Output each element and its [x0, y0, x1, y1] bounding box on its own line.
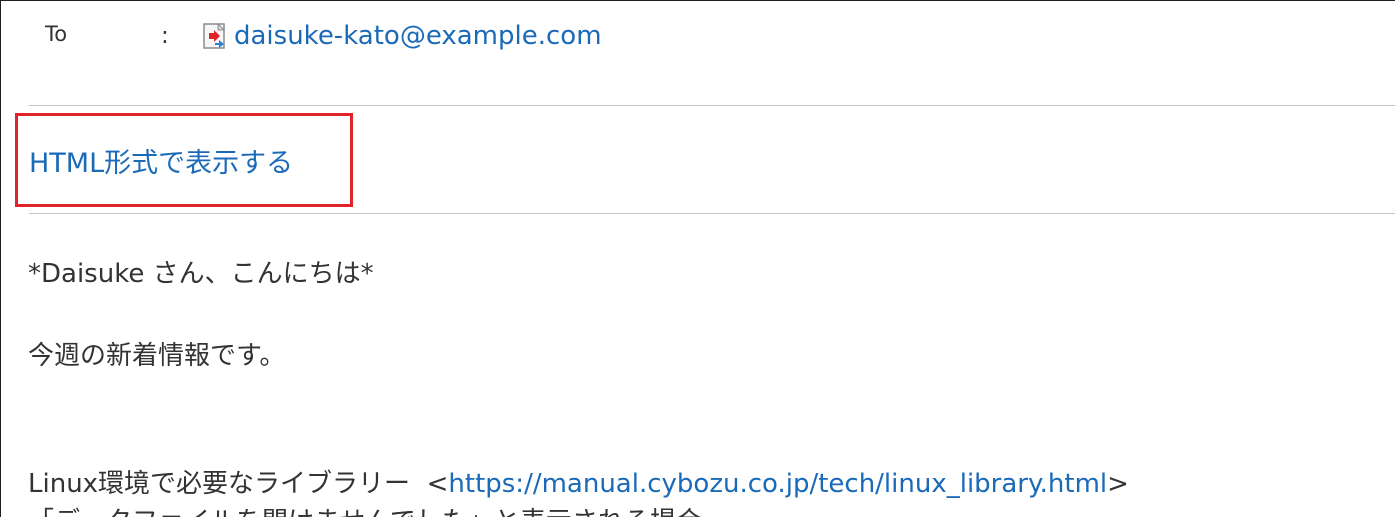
bracket-close: >	[1107, 469, 1129, 499]
to-colon: :	[161, 23, 169, 49]
library-url-link[interactable]: https://manual.cybozu.co.jp/tech/linux_l…	[448, 469, 1107, 499]
to-row: To : daisuke-kato@example.com	[1, 1, 1395, 81]
item-prefix: Linux環境で必要なライブラリー	[28, 469, 411, 499]
divider	[29, 105, 1395, 106]
contact-card-icon	[203, 22, 226, 49]
partial-text-line: 「データファイルを開けませんでした」と表示される場合	[28, 501, 702, 517]
recipient-email-link[interactable]: daisuke-kato@example.com	[234, 21, 602, 51]
view-as-html-link[interactable]: HTML形式で表示する	[29, 141, 293, 180]
bracket-open: <	[426, 469, 449, 499]
email-view: To : daisuke-kato@example.com HTML形式で表示す…	[0, 0, 1395, 517]
divider	[29, 213, 1395, 214]
recipient[interactable]: daisuke-kato@example.com	[202, 21, 602, 51]
item-line: Linux環境で必要なライブラリー <https://manual.cybozu…	[28, 463, 1129, 500]
greeting-text: *Daisuke さん、こんにちは*	[28, 259, 374, 289]
to-label: To	[45, 22, 68, 46]
intro-text: 今週の新着情報です。	[28, 341, 286, 371]
